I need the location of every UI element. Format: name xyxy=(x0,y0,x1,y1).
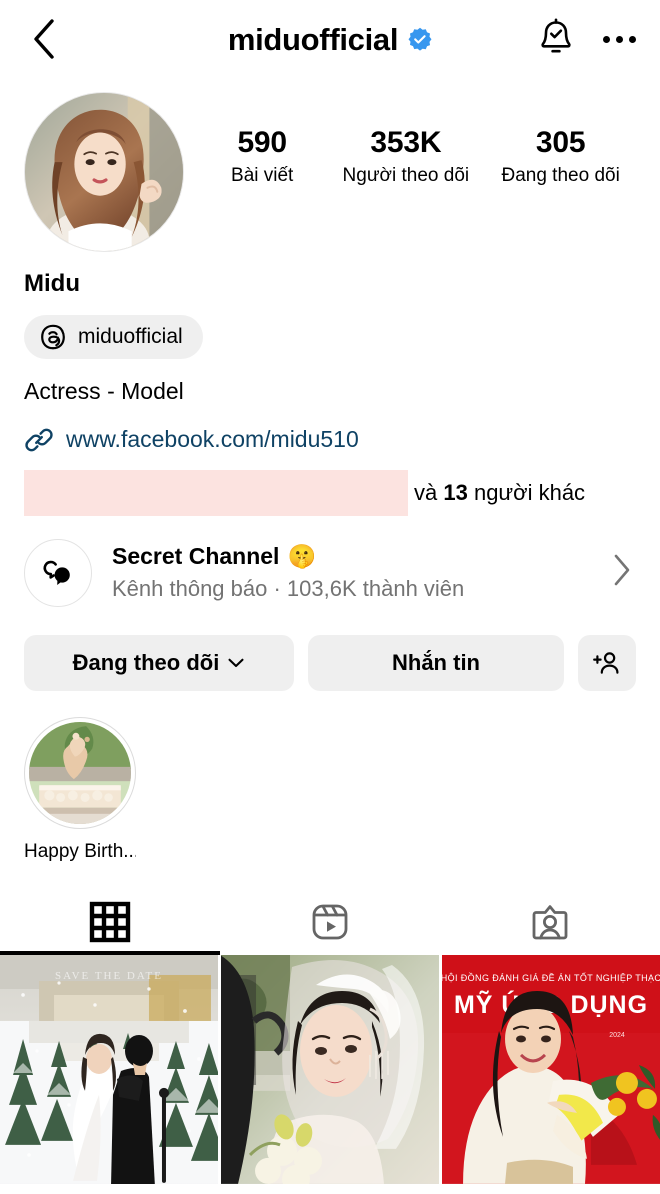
grid-post[interactable]: SAVE THE DATE xyxy=(0,954,218,1184)
profile-summary: 590 Bài viết 353K Người theo dõi 305 Đan… xyxy=(0,78,660,252)
highlight-item[interactable]: Happy Birth... xyxy=(24,716,136,863)
threads-icon xyxy=(41,324,65,350)
message-button-label: Nhắn tin xyxy=(392,649,480,675)
tab-grid[interactable] xyxy=(0,889,220,955)
profile-link-text: www.facebook.com/midu510 xyxy=(66,425,359,452)
followed-by-count: 13 xyxy=(443,479,468,505)
add-user-button[interactable] xyxy=(578,634,636,691)
highlight-ring xyxy=(24,716,136,829)
profile-tabs xyxy=(0,889,660,955)
stat-followers-value: 353K xyxy=(370,126,442,159)
tagged-icon xyxy=(532,904,568,940)
post-image-award-red-banner: HỘI ĐỒNG ĐÁNH GIÁ ĐỀ ÁN TỐT NGHIỆP THẠC … xyxy=(442,954,660,1184)
avatar[interactable] xyxy=(24,92,184,252)
stat-following[interactable]: 305 Đang theo dõi xyxy=(501,126,619,188)
page-title: miduofficial xyxy=(227,21,399,57)
post-caption-overlay: SAVE THE DATE xyxy=(55,970,163,982)
banner-line-3: 2024 xyxy=(609,1032,625,1039)
instagram-profile-screen: miduofficial 590 Bài viết 353K Người the… xyxy=(0,0,660,1194)
verified-badge-icon xyxy=(408,27,432,51)
highlight-thumbnail xyxy=(29,721,131,824)
banner-line-1: HỘI ĐỒNG ĐÁNH GIÁ ĐỀ ÁN TỐT NGHIỆP THẠC xyxy=(442,972,660,983)
followed-by-text: và 13 người khác xyxy=(414,480,585,506)
profile-stats: 590 Bài viết 353K Người theo dõi 305 Đan… xyxy=(184,92,636,188)
following-button-label: Đang theo dõi xyxy=(72,649,220,675)
chevron-left-icon xyxy=(34,19,54,59)
post-image-bride-veil xyxy=(221,954,439,1184)
stat-posts-label: Bài viết xyxy=(231,164,294,186)
channel-title-row: Secret Channel 🤫 xyxy=(112,542,592,571)
highlight-label: Happy Birth... xyxy=(24,840,136,862)
threads-handle: miduofficial xyxy=(78,325,183,349)
followed-by-prefix: và xyxy=(414,479,444,505)
post-image-wedding-snow: SAVE THE DATE xyxy=(0,954,218,1184)
add-user-icon xyxy=(593,651,619,674)
reels-icon xyxy=(312,904,348,940)
stat-following-label: Đang theo dõi xyxy=(501,164,620,186)
back-button[interactable] xyxy=(22,17,66,61)
more-options-icon xyxy=(601,30,638,49)
grid-icon xyxy=(89,901,131,942)
notifications-button[interactable] xyxy=(537,18,575,60)
chevron-down-icon xyxy=(228,658,244,667)
channel-chevron-button[interactable] xyxy=(612,553,636,592)
app-header: miduofficial xyxy=(0,0,660,78)
grid-post[interactable] xyxy=(221,954,439,1184)
followed-by-row[interactable]: và 13 người khác xyxy=(0,469,660,517)
channel-title: Secret Channel xyxy=(112,543,280,570)
profile-actions: Đang theo dõi Nhắn tin xyxy=(0,607,660,691)
following-button[interactable]: Đang theo dõi xyxy=(24,634,294,691)
posts-grid: SAVE THE DATE HỘI ĐỒNG ĐÁNH GIÁ ĐỀ ÁN TỐ… xyxy=(0,954,660,1184)
avatar-image xyxy=(25,93,183,251)
threads-badge[interactable]: miduofficial xyxy=(24,314,203,359)
stat-posts[interactable]: 590 Bài viết xyxy=(214,126,310,188)
display-name: Midu xyxy=(24,270,80,297)
link-icon xyxy=(25,428,53,452)
broadcast-channel-icon xyxy=(43,560,70,585)
profile-link[interactable]: www.facebook.com/midu510 xyxy=(24,425,636,455)
redacted-followers xyxy=(24,469,408,516)
stat-followers-label: Người theo dõi xyxy=(342,164,470,186)
followed-by-suffix: người khác xyxy=(467,479,586,505)
stat-following-value: 305 xyxy=(535,126,586,159)
broadcast-channel-row[interactable]: Secret Channel 🤫 Kênh thông báo · 103,6K… xyxy=(0,517,660,607)
channel-avatar xyxy=(24,538,92,607)
header-actions xyxy=(537,18,638,60)
grid-post[interactable]: HỘI ĐỒNG ĐÁNH GIÁ ĐỀ ÁN TỐT NGHIỆP THẠC … xyxy=(442,954,660,1184)
more-options-button[interactable] xyxy=(601,30,638,49)
chevron-right-icon xyxy=(614,554,630,586)
stat-followers[interactable]: 353K Người theo dõi xyxy=(343,126,470,188)
tab-reels[interactable] xyxy=(220,889,440,955)
channel-subtitle: Kênh thông báo · 103,6K thành viên xyxy=(112,575,465,601)
tab-tagged[interactable] xyxy=(440,889,660,955)
bell-check-icon xyxy=(541,18,571,53)
channel-info: Secret Channel 🤫 Kênh thông báo · 103,6K… xyxy=(112,542,592,603)
stat-posts-value: 590 xyxy=(237,126,287,159)
message-button[interactable]: Nhắn tin xyxy=(308,634,564,691)
shush-emoji-icon: 🤫 xyxy=(287,543,317,570)
birthday-cake-highlight-image xyxy=(29,721,131,824)
bio-section: Midu miduofficial Actress - Model www.fa… xyxy=(0,252,660,455)
bio-text: Actress - Model xyxy=(24,377,184,404)
story-highlights: Happy Birth... xyxy=(0,691,660,863)
